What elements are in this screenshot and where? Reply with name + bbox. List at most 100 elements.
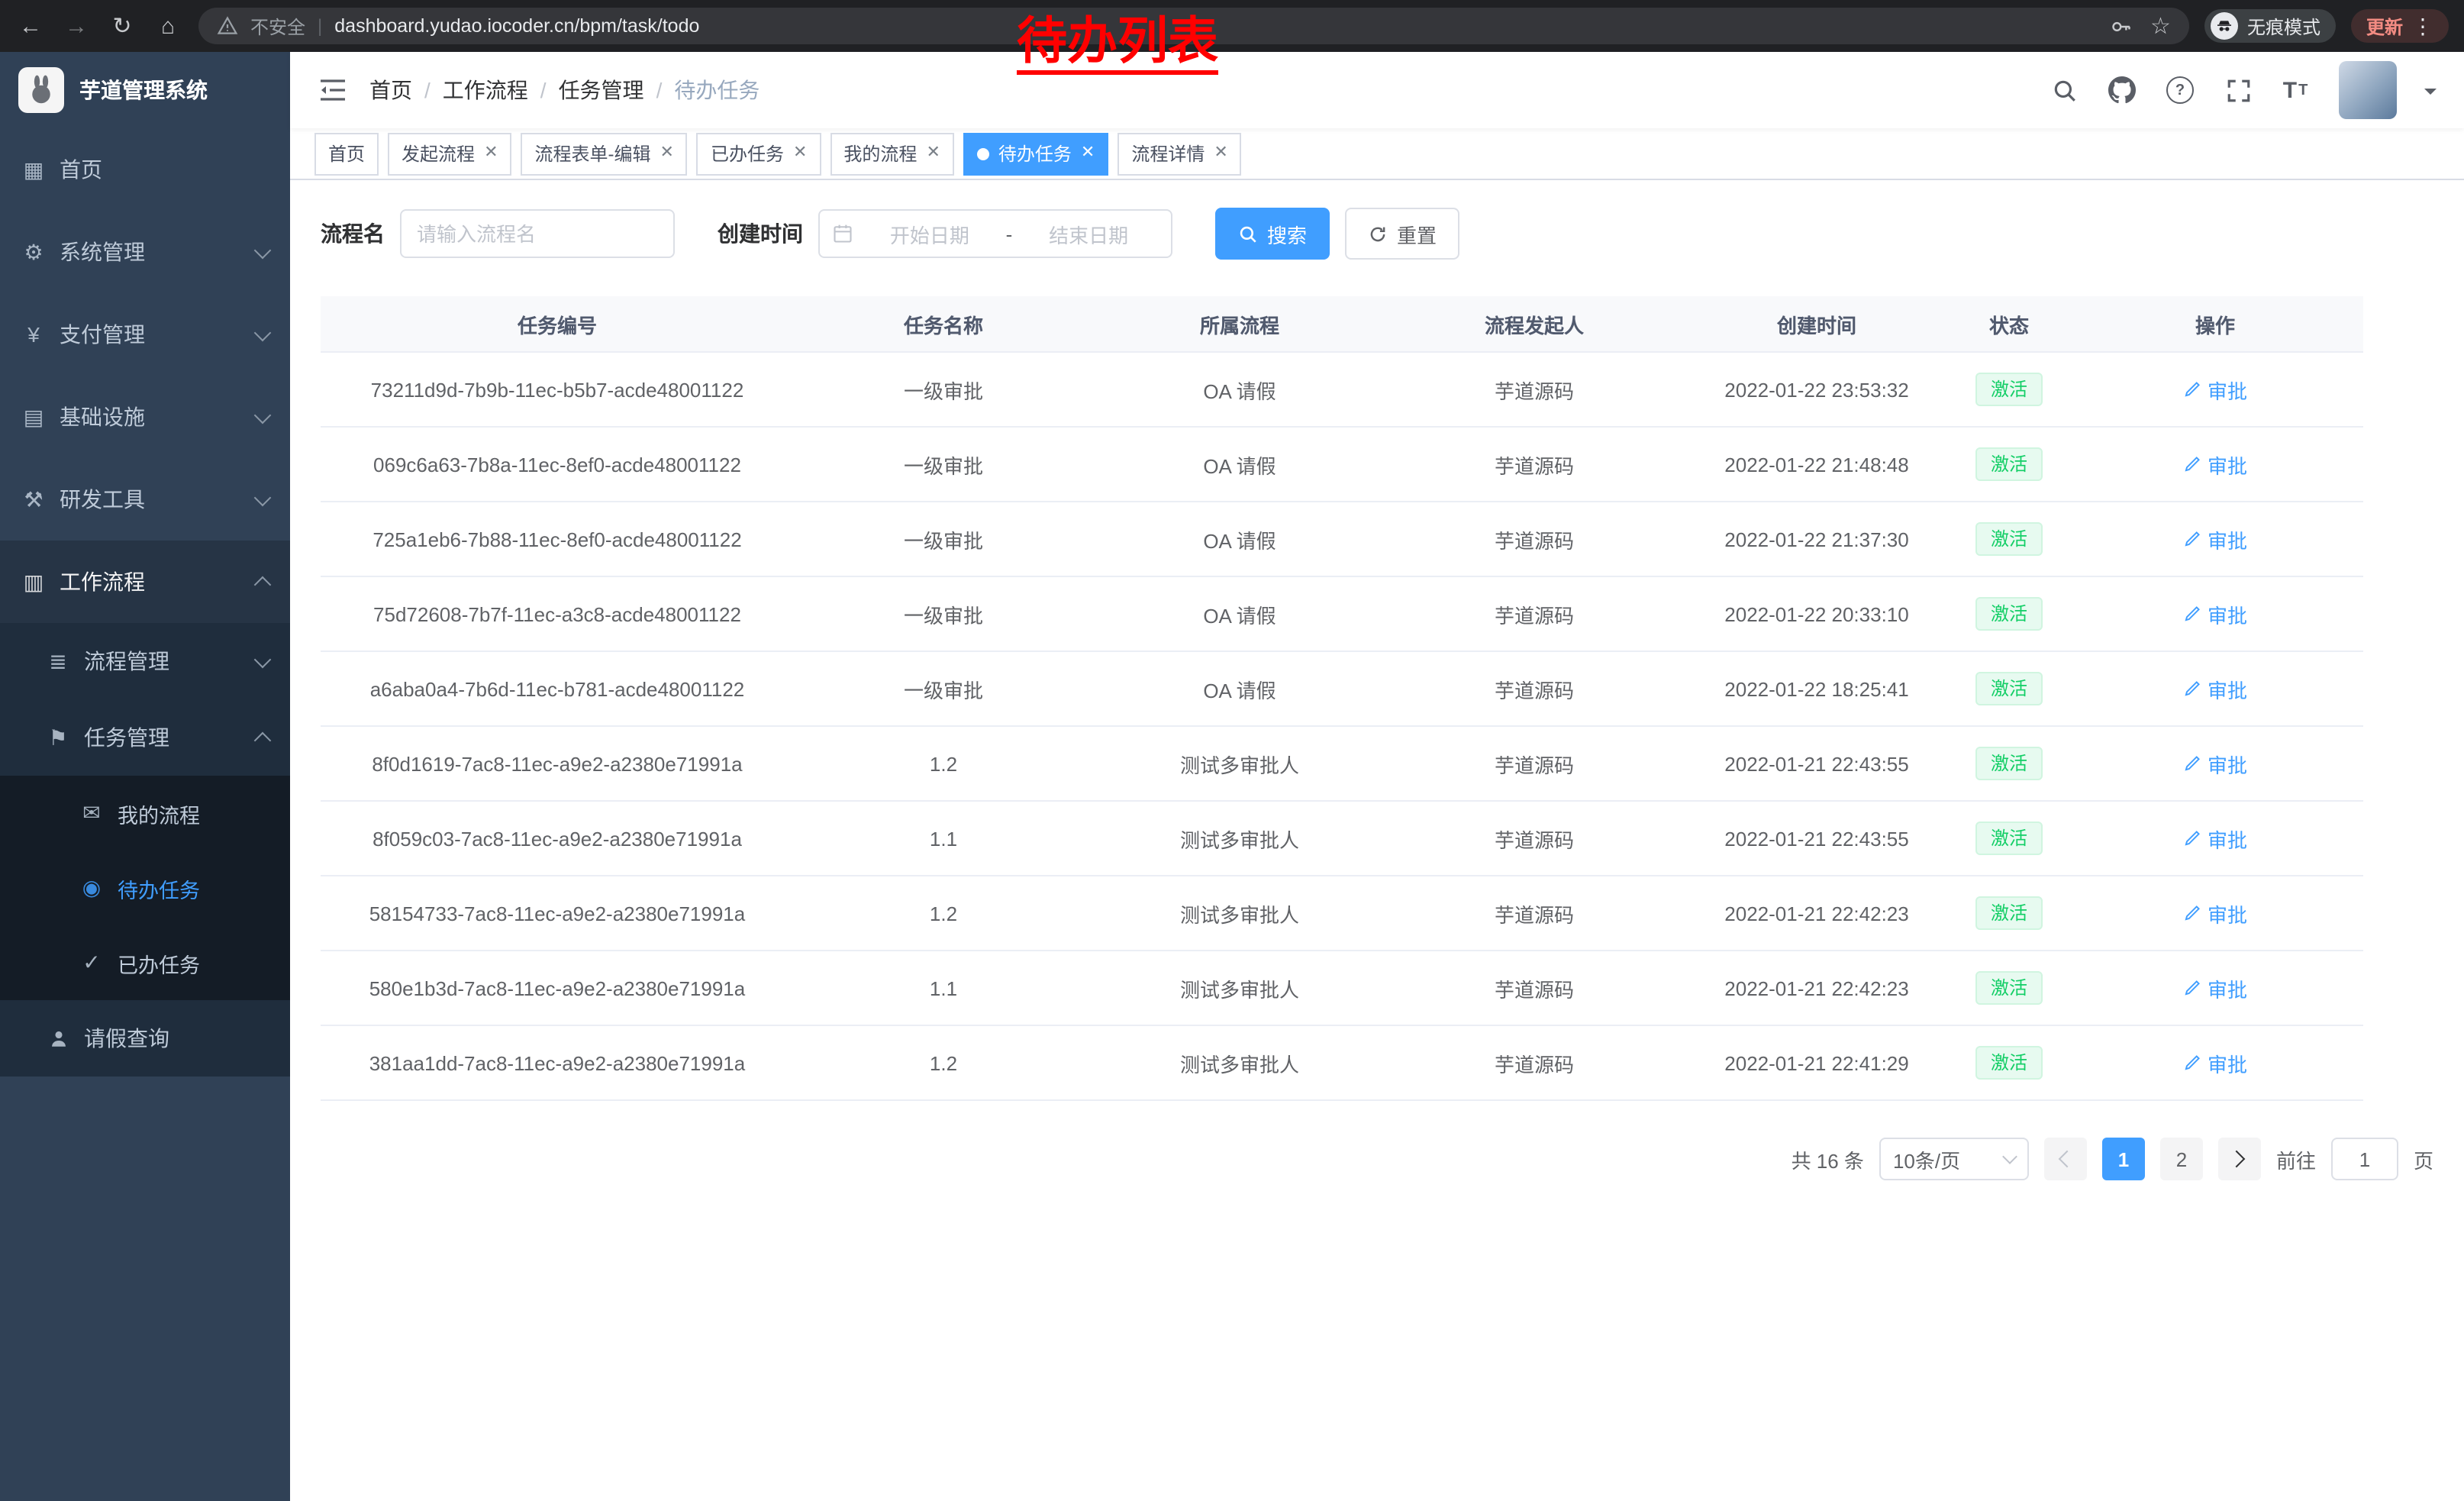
close-icon[interactable]: ✕ (484, 145, 498, 162)
approve-link[interactable]: 审批 (2183, 599, 2247, 628)
cell-task-name: 1.2 (794, 1026, 1093, 1101)
status-badge: 激活 (1975, 970, 2043, 1006)
approve-link[interactable]: 审批 (2183, 749, 2247, 778)
chevron-up-icon (254, 576, 272, 593)
sidebar-item-my-process[interactable]: ✉ 我的流程 (0, 776, 290, 851)
page-size-select[interactable]: 10条/页 (1879, 1138, 2029, 1180)
tab-home[interactable]: 首页 (314, 132, 379, 175)
fullscreen-icon[interactable] (2223, 75, 2253, 105)
sidebar-item-home[interactable]: ▦ 首页 (0, 128, 290, 211)
next-page-button[interactable] (2218, 1138, 2261, 1180)
cell-starter: 芋道源码 (1386, 727, 1682, 802)
breadcrumb-home[interactable]: 首页 (369, 75, 412, 105)
table-row: 381aa1dd-7ac8-11ec-a9e2-a2380e71991a 1.2… (321, 1026, 2363, 1101)
sidebar-item-done-tasks[interactable]: ✓ 已办任务 (0, 925, 290, 1000)
process-name-input[interactable] (400, 209, 675, 258)
back-button[interactable]: ← (15, 13, 46, 39)
search-button[interactable]: 搜索 (1215, 208, 1330, 260)
help-icon[interactable]: ? (2165, 75, 2195, 105)
cell-starter: 芋道源码 (1386, 353, 1682, 428)
goto-page-input[interactable] (2331, 1138, 2398, 1180)
address-bar[interactable]: 不安全 | dashboard.yudao.iocoder.cn/bpm/tas… (198, 8, 2189, 44)
sidebar-item-system[interactable]: ⚙ 系统管理 (0, 211, 290, 293)
forward-button[interactable]: → (61, 13, 92, 39)
tab-process-form-edit[interactable]: 流程表单-编辑✕ (521, 132, 688, 175)
create-time-label: 创建时间 (718, 218, 803, 249)
table-body: 73211d9d-7b9b-11ec-b5b7-acde48001122 一级审… (321, 353, 2363, 1101)
github-icon[interactable] (2107, 75, 2137, 105)
tab-my-process[interactable]: 我的流程✕ (830, 132, 953, 175)
dashboard-icon: ▦ (21, 157, 46, 182)
page-button-1[interactable]: 1 (2102, 1138, 2145, 1180)
approve-link[interactable]: 审批 (2183, 674, 2247, 703)
sidebar-item-task-management[interactable]: ⚑ 任务管理 (0, 699, 290, 776)
cell-action: 审批 (2067, 353, 2363, 428)
search-icon[interactable] (2049, 75, 2079, 105)
approve-link[interactable]: 审批 (2183, 824, 2247, 853)
start-date-placeholder: 开始日期 (859, 219, 1000, 248)
sidebar-item-infrastructure[interactable]: ▤ 基础设施 (0, 376, 290, 458)
reload-button[interactable]: ↻ (107, 12, 137, 40)
font-size-icon[interactable]: TT (2281, 75, 2311, 105)
cell-create-time: 2022-01-21 22:43:55 (1682, 802, 1951, 876)
sidebar-item-workflow[interactable]: ▥ 工作流程 (0, 541, 290, 623)
tab-todo-tasks[interactable]: 待办任务✕ (963, 132, 1108, 175)
tab-start-process[interactable]: 发起流程✕ (388, 132, 511, 175)
hamburger-icon[interactable] (318, 75, 348, 105)
cell-action: 审批 (2067, 1026, 2363, 1101)
close-icon[interactable]: ✕ (793, 145, 807, 162)
cell-action: 审批 (2067, 876, 2363, 951)
chevron-down-icon (254, 489, 272, 506)
sidebar: 芋道管理系统 ▦ 首页 ⚙ 系统管理 ¥ 支付管理 ▤ 基础设施 (0, 52, 290, 1501)
calendar-icon (832, 223, 853, 244)
cell-starter: 芋道源码 (1386, 802, 1682, 876)
avatar[interactable] (2339, 61, 2397, 119)
cell-create-time: 2022-01-21 22:41:29 (1682, 1026, 1951, 1101)
sidebar-item-leave-query[interactable]: 请假查询 (0, 1000, 290, 1077)
col-status: 状态 (1951, 296, 2067, 353)
cell-process: OA 请假 (1093, 353, 1386, 428)
cell-task-id: 73211d9d-7b9b-11ec-b5b7-acde48001122 (321, 353, 794, 428)
bookmark-star-icon[interactable]: ☆ (2150, 12, 2171, 40)
approve-link[interactable]: 审批 (2183, 899, 2247, 928)
approve-link[interactable]: 审批 (2183, 375, 2247, 404)
home-button[interactable]: ⌂ (153, 13, 183, 39)
breadcrumb-workflow[interactable]: 工作流程 (443, 75, 528, 105)
close-icon[interactable]: ✕ (1081, 145, 1095, 162)
avatar-caret-icon[interactable] (2424, 89, 2437, 101)
cell-task-id: 58154733-7ac8-11ec-a9e2-a2380e71991a (321, 876, 794, 951)
approve-link[interactable]: 审批 (2183, 525, 2247, 554)
active-dot (977, 147, 989, 160)
tab-process-detail[interactable]: 流程详情✕ (1118, 132, 1241, 175)
cell-starter: 芋道源码 (1386, 502, 1682, 577)
approve-link[interactable]: 审批 (2183, 450, 2247, 479)
sidebar-item-process-management[interactable]: ≣ 流程管理 (0, 623, 290, 699)
close-icon[interactable]: ✕ (926, 145, 940, 162)
approve-link[interactable]: 审批 (2183, 973, 2247, 1002)
breadcrumb-current: 待办任务 (674, 75, 760, 105)
sidebar-item-todo-tasks[interactable]: ◉ 待办任务 (0, 851, 290, 925)
incognito-icon (2211, 12, 2238, 40)
update-chip[interactable]: 更新 ⋮ (2351, 9, 2449, 43)
key-icon[interactable] (2109, 15, 2132, 37)
tab-done-tasks[interactable]: 已办任务✕ (697, 132, 821, 175)
chevron-down-icon (254, 324, 272, 341)
approve-link[interactable]: 审批 (2183, 1048, 2247, 1077)
cell-process: 测试多审批人 (1093, 727, 1386, 802)
col-create-time: 创建时间 (1682, 296, 1951, 353)
cell-action: 审批 (2067, 577, 2363, 652)
sidebar-item-devtools[interactable]: ⚒ 研发工具 (0, 458, 290, 541)
cell-task-id: 580e1b3d-7ac8-11ec-a9e2-a2380e71991a (321, 951, 794, 1026)
date-range-picker[interactable]: 开始日期 - 结束日期 (818, 209, 1172, 258)
close-icon[interactable]: ✕ (660, 145, 674, 162)
cell-task-id: 8f059c03-7ac8-11ec-a9e2-a2380e71991a (321, 802, 794, 876)
browser-menu-icon[interactable]: ⋮ (2412, 13, 2433, 39)
prev-page-button[interactable] (2044, 1138, 2087, 1180)
sidebar-item-payment[interactable]: ¥ 支付管理 (0, 293, 290, 376)
close-icon[interactable]: ✕ (1214, 145, 1227, 162)
chevron-down-icon (254, 650, 272, 668)
cell-action: 审批 (2067, 951, 2363, 1026)
reset-button[interactable]: 重置 (1345, 208, 1459, 260)
page-button-2[interactable]: 2 (2160, 1138, 2203, 1180)
breadcrumb-task-management[interactable]: 任务管理 (559, 75, 644, 105)
